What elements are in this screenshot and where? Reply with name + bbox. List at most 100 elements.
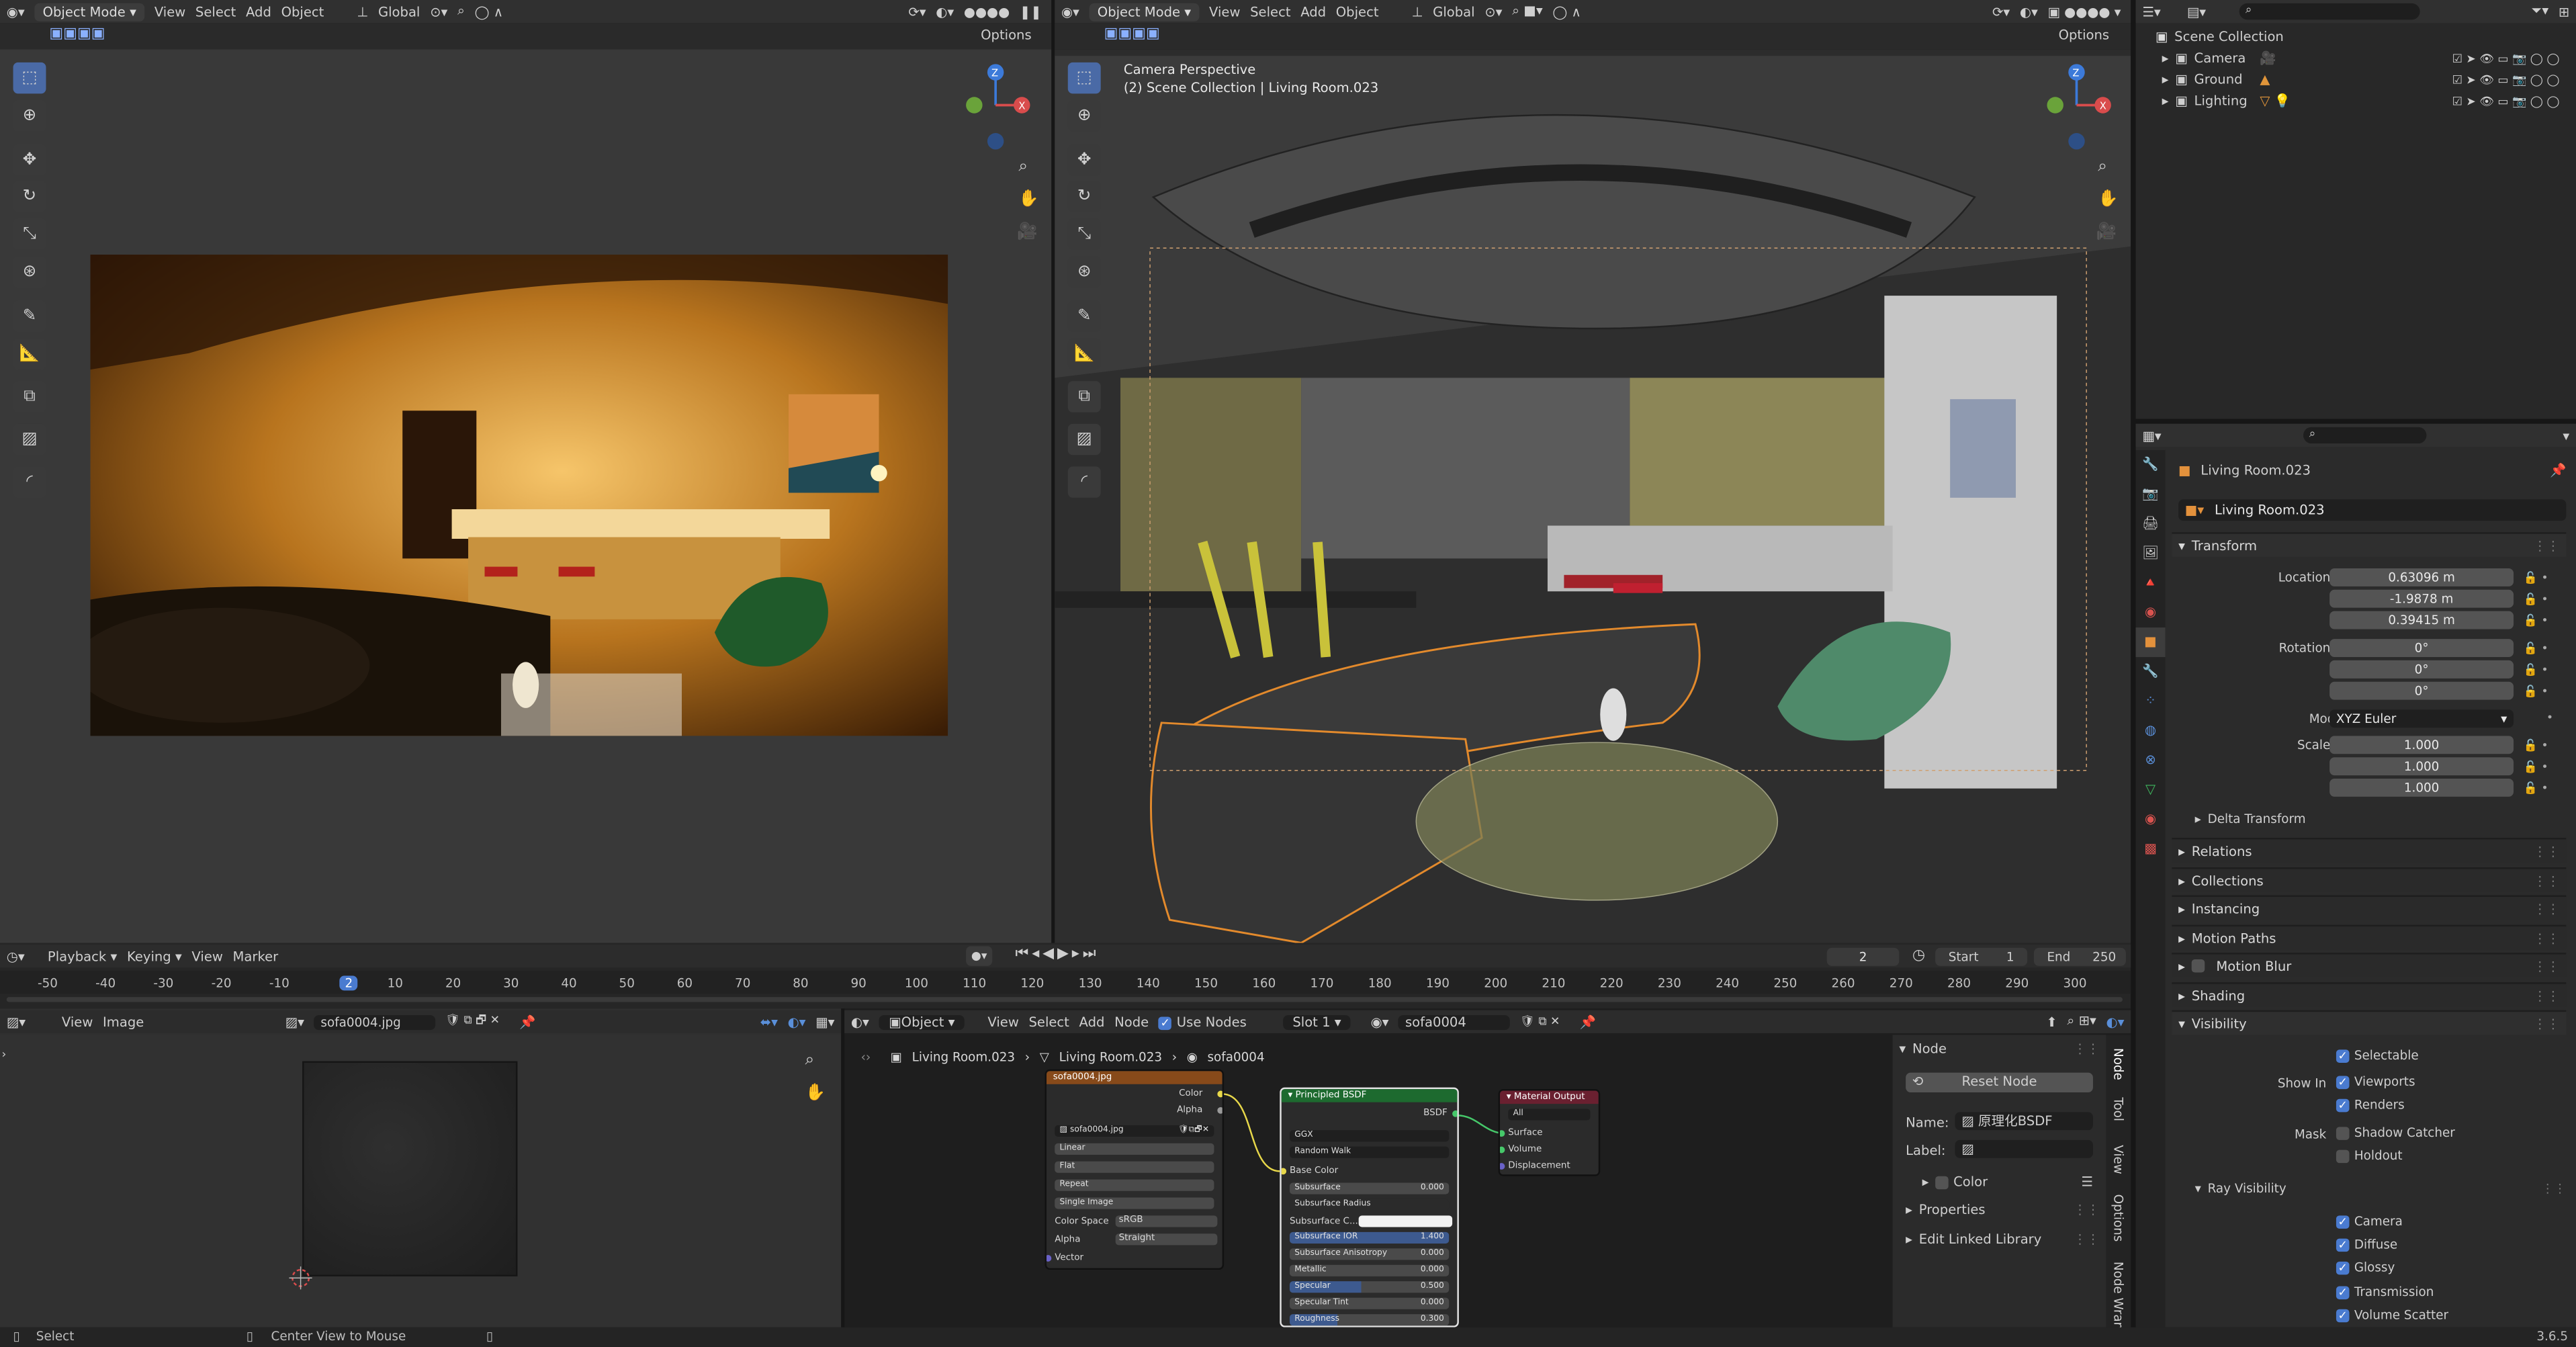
reset-node-button[interactable]: ⟲ Reset Node <box>1906 1072 2093 1092</box>
outliner-type-icon[interactable]: ☰▾ <box>2142 4 2160 19</box>
viewports-checkbox[interactable]: ✓ Viewports <box>2336 1074 2415 1089</box>
right-orientation-dropdown[interactable]: Global <box>1433 4 1474 19</box>
image-name-field[interactable]: sofa0004.jpg <box>314 1014 436 1029</box>
rotation-y-field[interactable]: 0° <box>2329 660 2514 679</box>
edit-linked-library-subpanel[interactable]: ▸ Edit Linked Library ⋮⋮ <box>1906 1232 2100 1247</box>
orientation-icon[interactable]: ⊥ <box>357 4 368 19</box>
proportional-icon-right[interactable]: ◯ ∧ <box>1552 4 1581 19</box>
outliner-item-lighting[interactable]: ▸ ▣ Lighting ▽ 💡 ☑ ➤ 👁 ▭ 📷 ◯ ◯ <box>2162 93 2570 108</box>
node-editor-type-icon[interactable]: ◐▾ <box>851 1014 869 1029</box>
subsurface-field[interactable]: Subsurface 0.000 <box>1289 1182 1450 1194</box>
image-gizmo-icon[interactable]: ⬌▾ <box>760 1014 778 1029</box>
cursor-tool[interactable]: ⊕ <box>13 100 46 132</box>
subsurface-ior-field[interactable]: Subsurface IOR 1.400 <box>1289 1231 1450 1244</box>
specular-field[interactable]: Specular 0.500 <box>1289 1281 1450 1293</box>
select-mode-icons[interactable]: ▣▣▣▣ <box>49 26 105 42</box>
location-x-field[interactable]: 0.63096 m <box>2329 568 2514 586</box>
tab-node[interactable]: Node <box>2111 1048 2126 1080</box>
projection-dropdown[interactable]: Flat <box>1055 1161 1214 1173</box>
particles-tab-icon[interactable]: ⁘ <box>2136 687 2166 716</box>
object-name-field[interactable]: ■▾ Living Room.023 <box>2178 499 2567 521</box>
keying-menu[interactable]: Keying ▾ <box>127 949 182 963</box>
image-canvas[interactable]: ⌕ ✋ › <box>0 1035 842 1328</box>
shading-panel-header[interactable]: ▸ Shading ⋮⋮ <box>2172 982 2567 1007</box>
rotation-z-field[interactable]: 0° <box>2329 681 2514 700</box>
expand-arrow-icon[interactable]: ▸ <box>2162 93 2169 108</box>
transform-tool-right[interactable]: ⊛ <box>1067 256 1101 288</box>
tab-tool[interactable]: Tool <box>2111 1097 2126 1121</box>
scale-tool-right[interactable]: ⤡ <box>1067 218 1101 250</box>
rotation-x-field[interactable]: 0° <box>2329 639 2514 658</box>
frame-start-field[interactable]: Start 1 <box>1935 947 2028 966</box>
marker-menu[interactable]: Marker <box>233 949 279 963</box>
subsurface-color-swatch[interactable] <box>1358 1215 1453 1227</box>
transform-tool[interactable]: ⊛ <box>13 256 46 288</box>
add-cube-tool-right[interactable]: ⧉ <box>1067 381 1101 412</box>
right-menu-view[interactable]: View <box>1209 4 1240 19</box>
scale-y-field[interactable]: 1.000 <box>2329 757 2514 776</box>
pivot-icon-right[interactable]: ⊙▾ <box>1484 4 1502 19</box>
socket-alpha[interactable] <box>1217 1106 1223 1114</box>
uv-cursor-icon[interactable] <box>289 1266 312 1290</box>
shadow-catcher-checkbox[interactable]: ✓Shadow Catcher <box>2336 1125 2455 1140</box>
image-tool-right[interactable]: ▨ <box>1067 423 1101 455</box>
outliner-scene-collection[interactable]: ▣ Scene Collection <box>2156 30 2284 44</box>
playback-menu[interactable]: Playback ▾ <box>48 949 117 963</box>
subsurface-anisotropy-field[interactable]: Subsurface Anisotropy 0.000 <box>1289 1248 1450 1260</box>
physics-tab-icon[interactable]: ◍ <box>2136 716 2166 746</box>
tab-view[interactable]: View <box>2111 1145 2126 1174</box>
relations-panel-header[interactable]: ▸ Relations ⋮⋮ <box>2172 838 2567 863</box>
socket-surface[interactable] <box>1500 1130 1505 1137</box>
image-file-field[interactable]: ▨ sofa0004.jpg 🛡⧉🗗✕ <box>1055 1125 1214 1137</box>
right-viewport[interactable]: Camera Perspective (2) Scene Collection … <box>1055 49 2131 943</box>
ray-glossy-checkbox[interactable]: ✓ Glossy <box>2336 1260 2395 1274</box>
socket-displacement[interactable] <box>1500 1163 1505 1170</box>
timeline-scrollbar[interactable] <box>6 997 2123 1002</box>
image-editor-type-icon[interactable]: ▨▾ <box>7 1014 26 1029</box>
data-tab-icon[interactable]: ▽ <box>2136 775 2166 805</box>
visibility-toggles[interactable]: ☑ ➤ 👁 ▭ 📷 ◯ ◯ <box>2452 52 2560 65</box>
roughness-field[interactable]: Roughness 0.300 <box>1289 1314 1450 1326</box>
display-mode-icon[interactable]: ▤▾ <box>2187 4 2206 19</box>
visibility-toggles[interactable]: ☑ ➤ 👁 ▭ 📷 ◯ ◯ <box>2452 95 2560 108</box>
right-options-dropdown[interactable]: Options <box>2059 28 2110 43</box>
filter-icon[interactable]: ⏷▾ <box>2532 3 2548 19</box>
scale-x-field[interactable]: 1.000 <box>2329 736 2514 754</box>
zoom-icon-right[interactable]: ⌕ <box>2098 158 2107 176</box>
location-z-field[interactable]: 0.39415 m <box>2329 611 2514 629</box>
selectable-checkbox[interactable]: ✓ Selectable <box>2336 1048 2419 1063</box>
image-view-menu[interactable]: View <box>62 1014 93 1029</box>
fake-user-icon[interactable]: 🛡 ⧉ 🗗 ✕ <box>445 1012 500 1031</box>
navigation-gizmo-right[interactable]: Z X <box>2034 59 2116 158</box>
outliner-search-input[interactable]: ⌕ <box>2239 3 2420 20</box>
color-space-dropdown[interactable]: sRGB <box>1115 1215 1218 1227</box>
right-menu-object[interactable]: Object <box>1336 4 1379 19</box>
node-view-menu[interactable]: View <box>987 1014 1018 1029</box>
image-display-icon[interactable]: ▦▾ <box>815 1014 834 1029</box>
snap-icon-right[interactable]: ⌕ ■▾ <box>1512 3 1543 19</box>
scene-tab-icon[interactable]: 🔺 <box>2136 568 2166 598</box>
ray-volume-scatter-checkbox[interactable]: ✓ Volume Scatter <box>2336 1307 2448 1322</box>
annotate-tool-right[interactable]: ✎ <box>1067 300 1101 332</box>
modifier-tab-icon[interactable]: 🔧 <box>2136 657 2166 687</box>
node-pin-icon[interactable]: 📌 <box>1580 1014 1596 1029</box>
ray-transmission-checkbox[interactable]: ✓ Transmission <box>2336 1285 2434 1299</box>
rotation-mode-dropdown[interactable]: XYZ Euler ▾ <box>2329 709 2514 728</box>
shading-icons-right[interactable]: ▣ ●●●● ▾ <box>2047 4 2121 19</box>
interpolation-dropdown[interactable]: Linear <box>1055 1143 1214 1155</box>
socket-color[interactable] <box>1217 1090 1223 1098</box>
node-select-menu[interactable]: Select <box>1028 1014 1069 1029</box>
render-tab-icon[interactable]: 📷 <box>2136 480 2166 509</box>
frame-end-field[interactable]: End 250 <box>2033 947 2126 966</box>
select-mode-icons-right[interactable]: ▣▣▣▣ <box>1104 26 1160 42</box>
shading-solid-icon[interactable]: ●●●● <box>964 4 1010 19</box>
subsurface-radius-dropdown[interactable]: Subsurface Radius <box>1289 1199 1450 1211</box>
node-color-subpanel[interactable]: ▸✓Color ☰ <box>1922 1174 2093 1189</box>
right-mode-dropdown[interactable]: Object Mode ▾ <box>1089 2 1200 21</box>
alpha-mode-dropdown[interactable]: Straight <box>1115 1233 1218 1246</box>
node-overlay-icon[interactable]: ◐▾ <box>2106 1014 2125 1029</box>
outliner-item-ground[interactable]: ▸ ▣ Ground ▲ ☑ ➤ 👁 ▭ 📷 ◯ ◯ <box>2162 73 2570 87</box>
output-target-dropdown[interactable]: All <box>1508 1109 1591 1121</box>
output-tab-icon[interactable]: 🖨 <box>2136 509 2166 539</box>
drag-handle-icon[interactable]: ⋮⋮ <box>2533 538 2559 553</box>
